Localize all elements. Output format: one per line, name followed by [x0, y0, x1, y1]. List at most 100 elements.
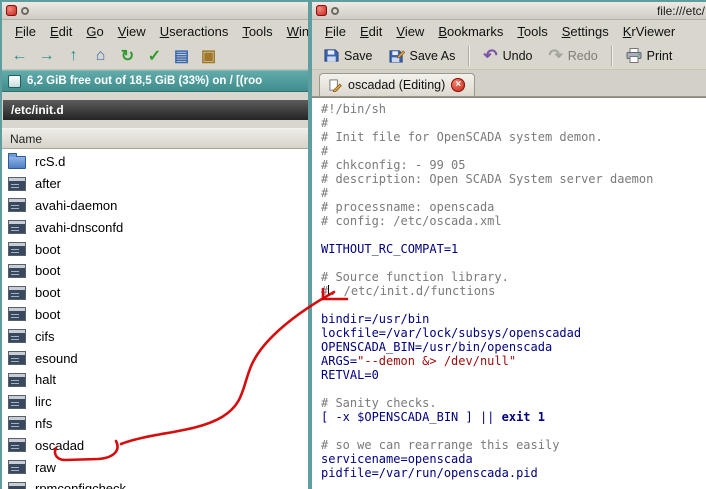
save-as-button[interactable]: Save As [382, 46, 463, 65]
tab-oscadad[interactable]: oscadad (Editing) [319, 73, 475, 96]
file-name: nfs [35, 416, 52, 431]
file-row-oscadad[interactable]: oscadad [2, 434, 334, 456]
save-as-icon [389, 48, 405, 63]
menu-item-edit[interactable]: Edit [353, 22, 389, 41]
back-icon[interactable]: ← [7, 45, 32, 67]
file-row-after[interactable]: after [2, 173, 334, 195]
file-row-boot[interactable]: boot [2, 260, 334, 282]
file-row-nfs[interactable]: nfs [2, 413, 334, 435]
file-row-cifs[interactable]: cifs [2, 325, 334, 347]
menu-item-edit[interactable]: Edit [43, 22, 79, 41]
undo-icon: ↶ [483, 47, 497, 64]
menu-item-settings[interactable]: Settings [555, 22, 616, 41]
tab-close-icon[interactable] [451, 78, 465, 92]
code-segment: # Source function library. [321, 270, 509, 284]
file-name: boot [35, 307, 60, 322]
print-button[interactable]: Print [619, 46, 680, 65]
toolbar-button-label: Undo [503, 49, 533, 63]
column-header-label: Name [10, 132, 42, 146]
up-icon[interactable]: ↑ [61, 45, 86, 67]
krviewer-toolbar: SaveSave As ↶ Undo ↷Redo Print [312, 42, 706, 70]
undo-button[interactable]: ↶ Undo [476, 45, 539, 66]
file-name: avahi-dnsconfd [35, 220, 123, 235]
current-path-bar[interactable]: /etc/init.d [3, 100, 333, 120]
redo-button[interactable]: ↷Redo [542, 45, 605, 66]
code-segment: bindir=/usr/bin [321, 312, 429, 326]
menu-item-tools[interactable]: Tools [235, 22, 279, 41]
reload-icon[interactable]: ↻ [115, 45, 140, 67]
krviewer-menubar: FileEditViewBookmarksToolsSettingsKrView… [312, 20, 706, 42]
editor-textarea[interactable]: #!/bin/sh## Init file for OpenSCADA syst… [312, 97, 706, 489]
file-list[interactable]: rcS.d after avahi-daemon avahi-dnsconfd boot… [2, 149, 334, 489]
script-icon [8, 416, 26, 430]
editor-line: # so we can rearrange this easily [321, 438, 706, 452]
code-segment: ARGS= [321, 354, 357, 368]
editor-line: # description: Open SCADA System server … [321, 172, 706, 186]
editor-line: servicename=openscada [321, 452, 706, 466]
editor-line [321, 298, 706, 312]
save-button[interactable]: Save [317, 46, 380, 65]
script-icon [8, 329, 26, 343]
file-row-raw[interactable]: raw [2, 456, 334, 478]
apply-icon[interactable]: ✓ [142, 45, 167, 67]
menu-item-view[interactable]: View [111, 22, 153, 41]
forward-icon[interactable]: → [34, 45, 59, 67]
editor-line: # [321, 144, 706, 158]
menu-item-file[interactable]: File [318, 22, 353, 41]
script-icon [8, 307, 26, 321]
file-name: boot [35, 263, 60, 278]
editor-line: # config: /etc/oscada.xml [321, 214, 706, 228]
code-segment: servicename=openscada [321, 452, 473, 466]
file-row-halt[interactable]: halt [2, 369, 334, 391]
script-icon [8, 395, 26, 409]
file-row-rpmconfigcheck[interactable]: rpmconfigcheck [2, 478, 334, 489]
editor-line: # Sanity checks. [321, 396, 706, 410]
file-row-rcs-d[interactable]: rcS.d [2, 151, 334, 173]
file-name: halt [35, 372, 56, 387]
home-icon[interactable]: ⌂ [88, 45, 113, 67]
editor-line: # chkconfig: - 99 05 [321, 158, 706, 172]
sticky-icon[interactable] [21, 7, 29, 15]
sticky-icon[interactable] [331, 7, 339, 15]
editor-line: ARGS="--demon &> /dev/null" [321, 354, 706, 368]
edit-document-icon [329, 79, 342, 92]
file-row-avahi-dnsconfd[interactable]: avahi-dnsconfd [2, 216, 334, 238]
toolbar-button-label: Print [647, 49, 673, 63]
file-name: rpmconfigcheck [35, 481, 126, 489]
menu-item-tools[interactable]: Tools [510, 22, 554, 41]
column-header-name[interactable]: Name [2, 128, 334, 149]
file-name: boot [35, 242, 60, 257]
code-segment: # [321, 186, 328, 200]
editor-line: #!/bin/sh [321, 102, 706, 116]
editor-line: # processname: openscada [321, 200, 706, 214]
editor-line [321, 382, 706, 396]
file-manager-titlebar[interactable] [2, 2, 334, 20]
editor-line: # [321, 116, 706, 130]
menu-item-view[interactable]: View [389, 22, 431, 41]
file-row-lirc[interactable]: lirc [2, 391, 334, 413]
file-row-boot[interactable]: boot [2, 304, 334, 326]
menu-item-bookmarks[interactable]: Bookmarks [431, 22, 510, 41]
menu-item-krviewer[interactable]: KrViewer [616, 22, 683, 41]
file-name: avahi-daemon [35, 198, 117, 213]
copy-icon[interactable]: ▤ [169, 45, 194, 67]
editor-tabbar: oscadad (Editing) [312, 70, 706, 97]
menu-item-go[interactable]: Go [79, 22, 110, 41]
clipboard-icon[interactable]: ▣ [196, 45, 221, 67]
script-icon [8, 373, 26, 387]
file-row-boot[interactable]: boot [2, 282, 334, 304]
menu-item-file[interactable]: File [8, 22, 43, 41]
file-row-avahi-daemon[interactable]: avahi-daemon [2, 195, 334, 217]
code-segment: # so we can rearrange this easily [321, 438, 559, 452]
window-title: file:///etc/ [657, 4, 705, 18]
file-row-boot[interactable]: boot [2, 238, 334, 260]
script-icon [8, 198, 26, 212]
file-row-esound[interactable]: esound [2, 347, 334, 369]
menu-item-useractions[interactable]: Useractions [153, 22, 236, 41]
file-name: esound [35, 351, 78, 366]
file-name: rcS.d [35, 154, 65, 169]
script-icon [8, 177, 26, 191]
krviewer-titlebar[interactable]: file:///etc/ [312, 2, 706, 20]
script-icon [8, 438, 26, 452]
editor-line: RETVAL=0 [321, 368, 706, 382]
